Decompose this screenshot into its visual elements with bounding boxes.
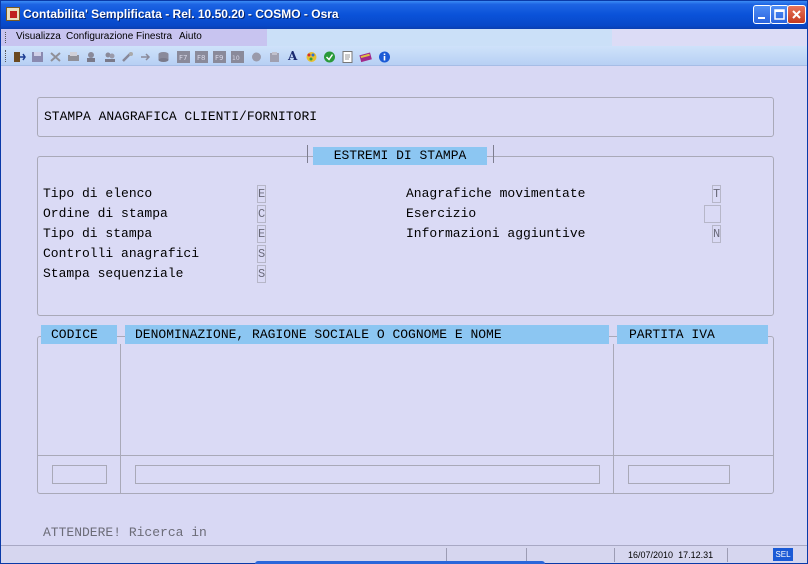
form-title: STAMPA ANAGRAFICA CLIENTI/FORNITORI [44, 109, 318, 124]
status-mode-badge: SEL [773, 548, 793, 561]
info-icon[interactable] [378, 50, 391, 63]
menu-bar: Visualizza Configurazione Finestra Aiuto [1, 29, 807, 46]
section-title: ESTREMI DI STAMPA [313, 147, 487, 165]
status-date: 16/07/2010 [628, 550, 674, 560]
filter-codice-input[interactable] [52, 465, 107, 484]
status-panel-empty [526, 548, 614, 562]
field-esercizio[interactable] [704, 205, 721, 223]
field-anagrafiche-movimentate[interactable]: T [712, 185, 721, 203]
legend-divider-left [307, 145, 308, 163]
field-label-tipo-stampa: Tipo di stampa [43, 226, 153, 241]
field-label-stampa-sequenziale: Stampa sequenziale [43, 266, 184, 281]
menu-visualizza[interactable]: Visualizza [16, 31, 61, 42]
field-stampa-sequenziale[interactable]: S [257, 265, 266, 283]
toolbar-grip[interactable] [5, 50, 7, 62]
document-icon[interactable] [341, 50, 354, 63]
f9-icon[interactable]: F9 [213, 50, 226, 63]
menu-configurazione[interactable]: Configurazione [66, 31, 133, 42]
svg-text:10: 10 [232, 55, 240, 62]
field-tipo-stampa[interactable]: E [257, 225, 266, 243]
column-divider [613, 344, 614, 494]
save-icon[interactable] [31, 50, 44, 62]
status-panel-empty [446, 548, 526, 562]
app-icon[interactable] [6, 7, 20, 21]
field-label-esercizio: Esercizio [406, 206, 477, 221]
status-message: ATTENDERE! Ricerca in [43, 525, 207, 540]
app-window: Contabilita' Semplificata - Rel. 10.50.2… [0, 0, 808, 564]
delete-icon[interactable] [49, 50, 62, 62]
f10-icon[interactable]: 10 [231, 50, 244, 63]
column-header-denominazione[interactable]: DENOMINAZIONE, RAGIONE SOCIALE O COGNOME… [125, 325, 609, 344]
toolbar: F7 F8 F9 10 A [1, 46, 807, 66]
books-icon[interactable] [359, 50, 372, 63]
window-title: Contabilita' Semplificata - Rel. 10.50.2… [23, 7, 339, 21]
column-header-partita-iva[interactable]: PARTITA IVA [617, 325, 768, 344]
column-header-codice[interactable]: CODICE [41, 325, 117, 344]
exit-icon[interactable] [13, 50, 26, 62]
filter-partita-iva-input[interactable] [628, 465, 730, 484]
print-icon[interactable] [67, 50, 80, 62]
users-icon[interactable] [103, 50, 116, 62]
user-icon[interactable] [85, 50, 98, 62]
close-button[interactable] [787, 5, 806, 24]
status-panel-empty [727, 548, 767, 562]
grid-footer-divider [38, 455, 773, 456]
form-header-box: STAMPA ANAGRAFICA CLIENTI/FORNITORI [37, 97, 774, 137]
forward-icon[interactable] [139, 50, 152, 62]
client-area: STAMPA ANAGRAFICA CLIENTI/FORNITORI ESTR… [3, 67, 805, 545]
record-icon[interactable] [250, 50, 263, 62]
tools-icon[interactable] [121, 50, 134, 62]
maximize-icon [774, 9, 785, 20]
archive-icon[interactable] [268, 50, 281, 62]
field-informazioni-aggiuntive[interactable]: N [712, 225, 721, 243]
title-bar[interactable]: Contabilita' Semplificata - Rel. 10.50.2… [1, 1, 807, 29]
font-icon[interactable]: A [288, 50, 301, 62]
database-icon[interactable] [157, 50, 170, 62]
color-palette-icon[interactable] [305, 50, 318, 62]
field-label-tipo-elenco: Tipo di elenco [43, 186, 153, 201]
menu-finestra[interactable]: Finestra [136, 31, 172, 42]
field-label-controlli-anagrafici: Controlli anagrafici [43, 246, 200, 261]
field-ordine-stampa[interactable]: C [257, 205, 266, 223]
field-label-anagrafiche-movimentate: Anagrafiche movimentate [406, 186, 586, 201]
minimize-icon [758, 17, 765, 19]
filter-denominazione-input[interactable] [135, 465, 600, 484]
svg-text:F9: F9 [215, 54, 223, 62]
f8-icon[interactable]: F8 [195, 50, 208, 63]
svg-text:F7: F7 [179, 54, 187, 62]
close-icon [792, 10, 801, 19]
field-tipo-elenco[interactable]: E [257, 185, 266, 203]
column-divider [120, 344, 121, 494]
status-datetime: 16/07/2010 17.12.31 [614, 548, 727, 562]
menu-grip[interactable] [5, 32, 7, 43]
ok-icon[interactable] [323, 50, 336, 63]
field-label-informazioni-aggiuntive: Informazioni aggiuntive [406, 226, 586, 241]
menu-aiuto[interactable]: Aiuto [179, 31, 202, 42]
field-controlli-anagrafici[interactable]: S [257, 245, 266, 263]
field-label-ordine-stampa: Ordine di stampa [43, 206, 168, 221]
legend-divider-right [493, 145, 494, 163]
status-time: 17.12.31 [678, 550, 714, 560]
menu-bar-accent-right [612, 29, 807, 46]
f7-icon[interactable]: F7 [177, 50, 190, 63]
svg-text:F8: F8 [197, 54, 205, 62]
